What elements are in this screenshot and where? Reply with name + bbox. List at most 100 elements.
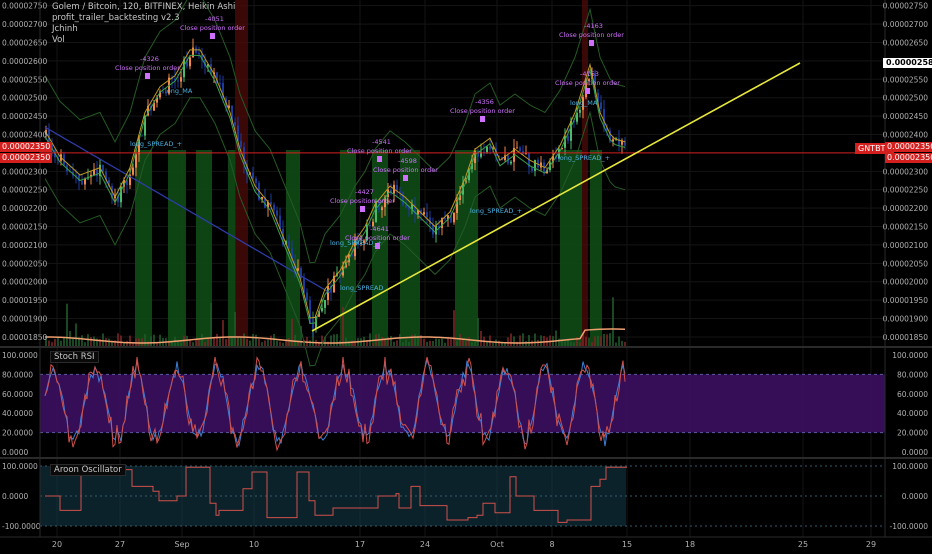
price-tick-left: 0.00002250 — [2, 186, 48, 195]
volume-bar — [393, 341, 395, 346]
study-label[interactable]: Vol — [52, 35, 235, 46]
volume-bar — [147, 341, 149, 346]
signal-long-label: long_SPREAD — [340, 284, 383, 292]
volume-bar — [570, 341, 572, 346]
signal-band — [135, 150, 152, 346]
volume-bar — [282, 342, 284, 346]
candle-body — [327, 285, 329, 300]
volume-bar — [207, 338, 209, 346]
volume-bar — [573, 342, 575, 346]
volume-bar — [579, 342, 581, 346]
candle-body — [486, 146, 488, 153]
volume-bar — [477, 318, 479, 346]
price-tick-left: 0.00002550 — [2, 75, 48, 84]
study-label[interactable]: profit_trailer_backtesting v2.3 — [52, 13, 235, 24]
candle-body — [444, 218, 446, 220]
candle-body — [534, 159, 536, 171]
candle-body — [252, 172, 254, 179]
aroon-tick: 0.0000 — [902, 492, 928, 501]
volume-bar — [390, 335, 392, 346]
stoch-tick: 100.0000 — [892, 351, 928, 360]
candle-body — [579, 109, 581, 113]
volume-bar — [510, 333, 512, 346]
volume-bar — [51, 342, 53, 346]
time-tick: 27 — [115, 540, 125, 549]
volume-bar — [474, 342, 476, 346]
candle-body — [618, 138, 620, 145]
stoch-tick-left: 20.0000 — [2, 429, 33, 438]
last-price-tag: 0.00002350 — [885, 142, 932, 152]
candle-body — [402, 192, 404, 205]
signal-marker — [377, 156, 382, 162]
candle-body — [141, 135, 143, 137]
volume-bar — [372, 342, 374, 346]
signal-band — [168, 150, 186, 346]
price-tick-left: 0.00002300 — [2, 167, 48, 176]
aroon-pane: 100.0000 100.0000 0.0000 0.0000 -100.0000 -10… — [2, 462, 928, 531]
signal-close-label: Close position order — [559, 31, 624, 39]
volume-bar — [471, 342, 473, 346]
volume-bar — [591, 342, 593, 346]
candle-body — [180, 77, 182, 82]
candle-body — [306, 292, 308, 300]
volume-bar — [618, 336, 620, 346]
candle-body — [399, 191, 401, 193]
price-tick-left: 0.00002650 — [2, 38, 48, 47]
time-tick: Oct — [490, 540, 504, 549]
volume-bar — [213, 338, 215, 346]
price-tick: 0.00002450 — [883, 112, 929, 121]
volume-bar — [333, 334, 335, 346]
price-tick-left: 0.00002000 — [2, 278, 48, 287]
price-tick: 0.00001950 — [883, 296, 929, 305]
time-tick: 8 — [549, 540, 554, 549]
volume-bar — [192, 342, 194, 346]
volume-bar — [612, 297, 614, 346]
volume-bar — [558, 338, 560, 346]
volume-bar — [261, 342, 263, 346]
chart-svg[interactable]: Close position order-4326Close position … — [0, 0, 932, 550]
price-tick-left: 0.00002600 — [2, 57, 48, 66]
volume-bar — [381, 336, 383, 346]
signal-close-label: Close position order — [450, 107, 515, 115]
volume-bar — [528, 335, 530, 346]
volume-bar — [459, 333, 461, 346]
signal-id: -4427 — [355, 188, 374, 196]
candle-body — [600, 102, 602, 109]
volume-bar — [453, 310, 455, 346]
candle-body — [240, 140, 242, 148]
last-price-tag: 0.00002350 — [885, 153, 932, 163]
price-tick-left: 0.00002100 — [2, 241, 48, 250]
volume-bar — [486, 342, 488, 346]
volume-bar — [399, 334, 401, 346]
volume-bar — [204, 341, 206, 346]
price-tick: 0.00002400 — [883, 131, 929, 140]
price-tick: 0.00002650 — [883, 38, 929, 47]
candle-body — [276, 210, 278, 216]
study-label[interactable]: Jchinh — [52, 24, 235, 35]
candle-body — [135, 154, 137, 168]
volume-bar — [408, 341, 410, 346]
time-tick: 10 — [249, 540, 259, 549]
signal-marker — [145, 73, 150, 79]
volume-bar — [615, 342, 617, 346]
crosshair-price-label: 0.00002585 — [883, 58, 932, 68]
aroon-title[interactable]: Aroon Oscillator — [50, 464, 126, 476]
signal-close-label: Close position order — [347, 147, 412, 155]
signal-id: -4541 — [372, 138, 391, 146]
signal-id: -4598 — [398, 157, 417, 165]
volume-bar — [120, 335, 122, 346]
candle-body — [516, 147, 518, 149]
candle-body — [624, 140, 626, 146]
price-tick-left: 0.00002150 — [2, 223, 48, 232]
volume-bar — [90, 336, 92, 346]
stoch-tick: 0.0000 — [902, 448, 928, 457]
stoch-rsi-title[interactable]: Stoch RSI — [50, 351, 99, 363]
chart-stage[interactable]: Close position order -4326 Close position … — [0, 0, 932, 550]
candle-body — [177, 80, 179, 82]
volume-bar — [93, 336, 95, 346]
volume-bar — [438, 339, 440, 346]
volume-bar — [225, 339, 227, 346]
volume-bar — [369, 333, 371, 346]
candle-body — [531, 167, 533, 171]
price-tick: 0.00002200 — [883, 204, 929, 213]
